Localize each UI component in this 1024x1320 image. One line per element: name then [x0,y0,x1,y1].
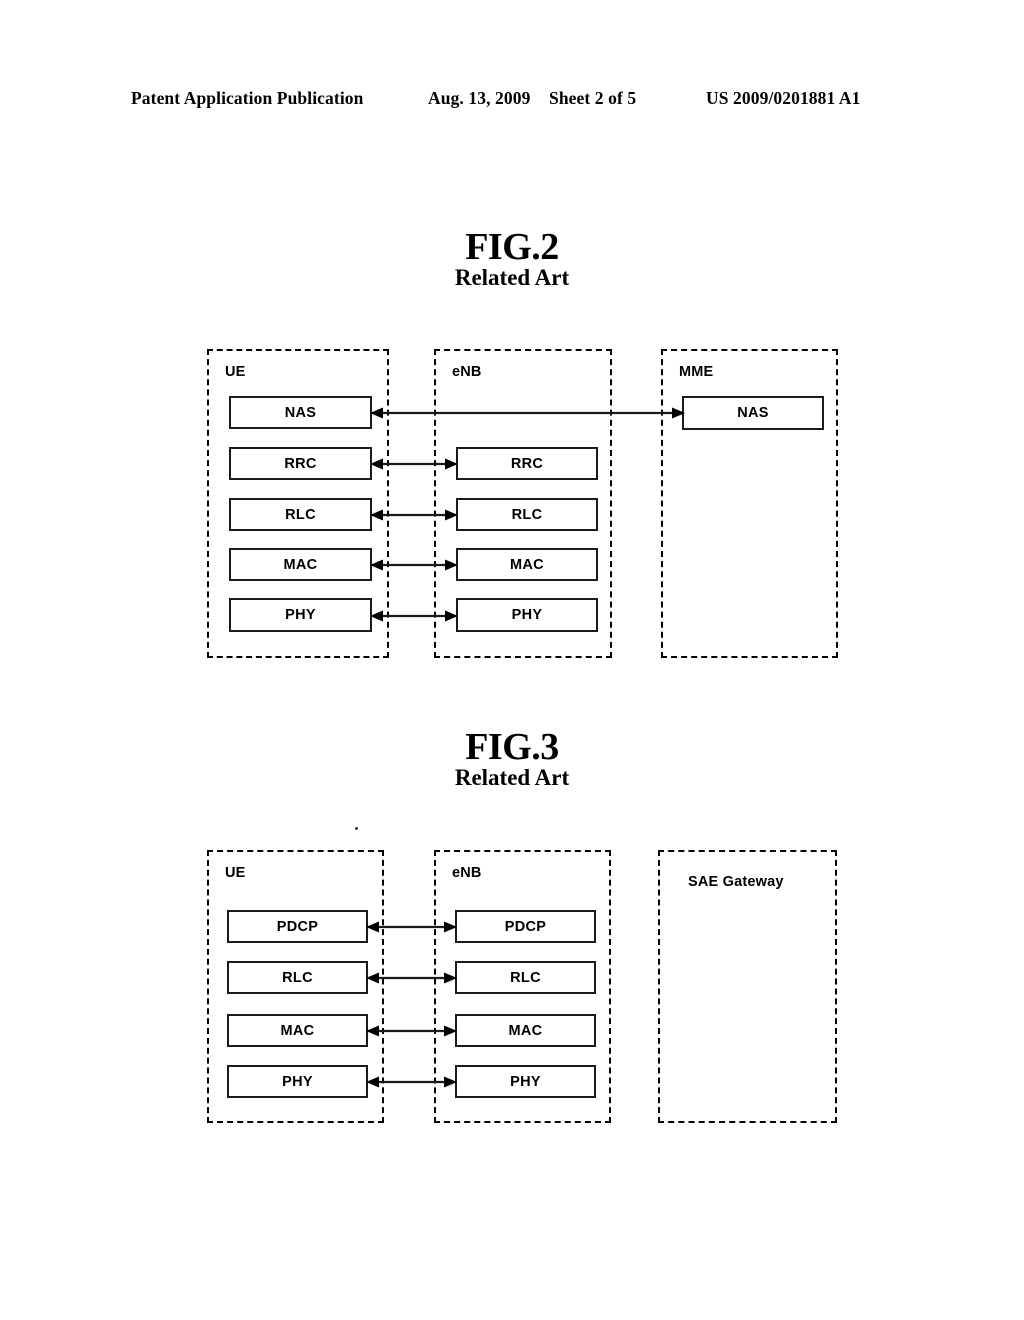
fig3-ue-layer-mac: MAC [227,1014,368,1047]
fig2-node-enb-label: eNB [452,364,482,380]
fig3-enb-layer-rlc-label: RLC [510,969,541,986]
figure-3-subtitle: Related Art [454,765,570,790]
figure-3-title-block: FIG.3 Related Art [0,727,1024,790]
fig3-ue-layer-pdcp-label: PDCP [276,918,319,935]
fig3-enb-layer-mac: MAC [455,1014,596,1047]
fig2-ue-layer-mac-label: MAC [283,556,318,573]
fig3-node-enb-label: eNB [452,865,482,881]
fig2-enb-layer-rrc: RRC [456,447,598,480]
fig3-connector-mac [366,1022,457,1040]
fig3-connector-pdcp [366,918,457,936]
fig2-ue-layer-nas: NAS [229,396,372,429]
fig3-node-ue-label: UE [225,865,246,881]
fig2-enb-layer-rlc-label: RLC [511,506,543,523]
fig3-node-sae-gateway-label: SAE Gateway [688,874,784,890]
fig3-enb-layer-mac-label: MAC [508,1022,543,1039]
fig2-ue-layer-rlc-label: RLC [285,506,316,523]
figure-2-title-block: FIG.2 Related Art [0,227,1024,290]
fig2-enb-layer-mac: MAC [456,548,598,581]
fig3-ue-layer-rlc-label: RLC [282,969,313,986]
fig2-enb-layer-mac-label: MAC [510,556,544,573]
fig3-ue-layer-mac-label: MAC [280,1022,315,1039]
fig2-ue-layer-nas-label: NAS [284,404,317,421]
header-publication-title: Patent Application Publication [131,88,364,108]
fig2-connector-mac [370,556,458,574]
fig2-enb-layer-phy: PHY [456,598,598,632]
fig2-mme-layer-nas-label: NAS [737,405,769,421]
page-header: Patent Application Publication Aug. 13, … [0,88,1024,114]
header-date: Aug. 13, 2009 [428,88,531,108]
figure-3-diagram: UE eNB SAE Gateway PDCP RLC MAC PHY PDCP… [0,827,1024,1126]
figure-2-subtitle: Related Art [454,265,570,290]
fig2-enb-layer-rlc: RLC [456,498,598,531]
header-patent-number: US 2009/0201881 A1 [706,88,861,108]
fig2-ue-layer-phy: PHY [229,598,372,632]
fig2-mme-layer-nas: NAS [682,396,824,430]
fig2-node-mme-label: MME [679,364,714,380]
fig3-enb-layer-phy-label: PHY [510,1073,541,1090]
fig2-connector-nas [370,404,685,422]
fig3-connector-phy [366,1073,457,1091]
fig2-connector-rlc [370,506,458,524]
fig3-enb-layer-pdcp-label: PDCP [504,918,547,935]
fig2-enb-layer-phy-label: PHY [511,607,543,623]
fig3-ue-layer-rlc: RLC [227,961,368,994]
fig2-enb-layer-rrc-label: RRC [510,455,544,472]
fig3-ue-layer-pdcp: PDCP [227,910,368,943]
fig3-enb-layer-pdcp: PDCP [455,910,596,943]
fig3-connector-rlc [366,969,457,987]
fig2-connector-rrc [370,455,458,473]
fig2-ue-layer-mac: MAC [229,548,372,581]
fig3-enb-layer-phy: PHY [455,1065,596,1098]
fig3-ue-layer-phy-label: PHY [282,1073,313,1090]
figure-2-diagram: UE eNB MME NAS RRC RLC MAC PHY RRC RLC M… [0,349,1024,661]
fig2-ue-layer-rrc: RRC [229,447,372,480]
fig3-enb-layer-rlc: RLC [455,961,596,994]
fig2-ue-layer-rrc-label: RRC [284,455,317,472]
fig3-ue-layer-phy: PHY [227,1065,368,1098]
header-sheet-number: Sheet 2 of 5 [549,88,637,108]
fig3-node-sae-gateway: SAE Gateway [658,850,837,1123]
figure-2-title: FIG.2 [465,226,559,268]
fig2-ue-layer-phy-label: PHY [285,607,316,623]
scan-artifact-speck [355,827,358,830]
fig2-ue-layer-rlc: RLC [229,498,372,531]
fig2-connector-phy [370,607,458,625]
figure-3-title: FIG.3 [465,726,559,768]
fig2-node-ue-label: UE [225,364,246,380]
